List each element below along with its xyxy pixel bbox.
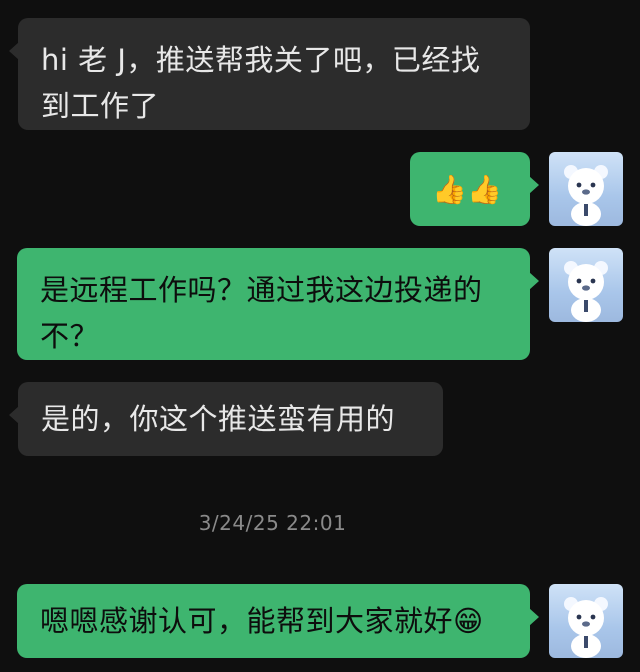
white-bear-mascot-icon: [564, 165, 608, 226]
message-text: 是远程工作吗？通过我这边投递的不？: [40, 273, 483, 353]
message-bubble-outgoing[interactable]: 👍👍: [410, 152, 539, 226]
message-bubble-outgoing[interactable]: 是远程工作吗？通过我这边投递的不？: [17, 248, 539, 360]
white-bear-mascot-icon: [564, 597, 608, 658]
message-text: 嗯嗯感谢认可，能帮到大家就好😁: [40, 604, 484, 638]
avatar[interactable]: [549, 584, 623, 658]
avatar[interactable]: [549, 152, 623, 226]
timestamp: 3/24/25 22:01: [198, 511, 347, 535]
message-bubble-incoming[interactable]: 是的，你这个推送蛮有用的: [9, 382, 443, 456]
message-text: hi 老 J，推送帮我关了吧，已经找到工作了: [41, 43, 481, 123]
thumbs-up-emoji: 👍👍: [432, 173, 503, 206]
white-bear-mascot-icon: [564, 261, 608, 322]
message-bubble-incoming[interactable]: hi 老 J，推送帮我关了吧，已经找到工作了: [9, 18, 530, 130]
message-text: 是的，你这个推送蛮有用的: [41, 402, 396, 436]
message-bubble-outgoing[interactable]: 嗯嗯感谢认可，能帮到大家就好😁: [17, 584, 539, 658]
avatar[interactable]: [549, 248, 623, 322]
